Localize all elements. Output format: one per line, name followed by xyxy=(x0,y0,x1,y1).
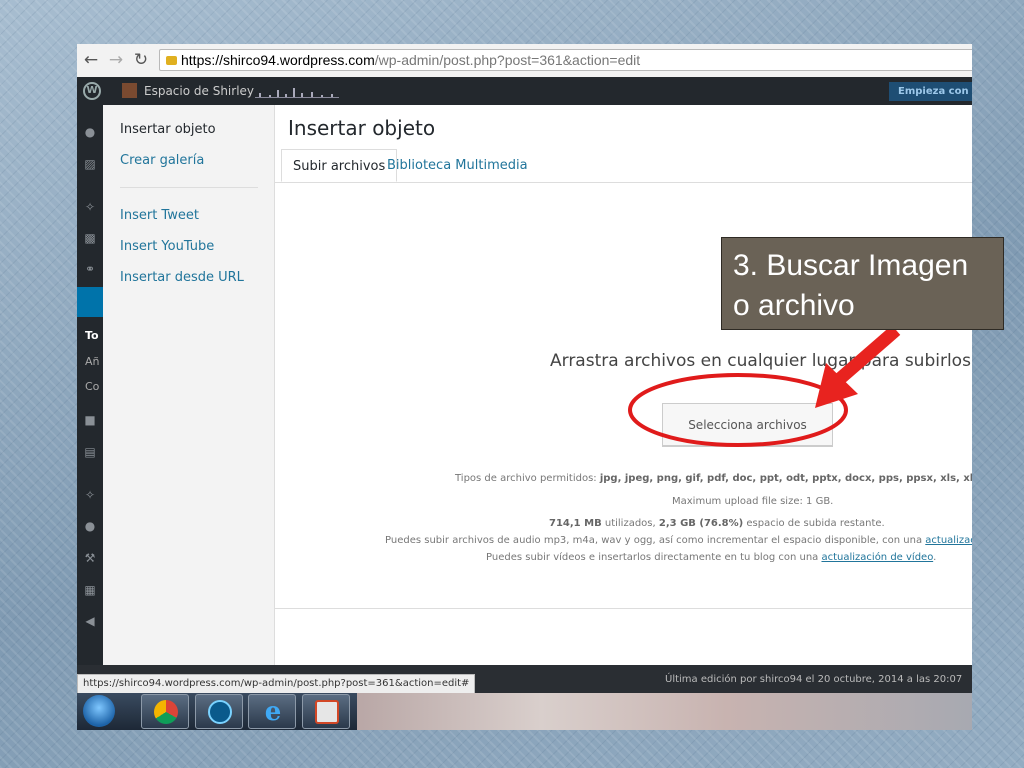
annotation-callout: 3. Buscar Imagen o archivo xyxy=(721,237,1004,330)
highlight-ellipse xyxy=(628,373,848,447)
annotation-overlay xyxy=(628,325,901,447)
pointer-arrow-shaft xyxy=(830,325,901,388)
